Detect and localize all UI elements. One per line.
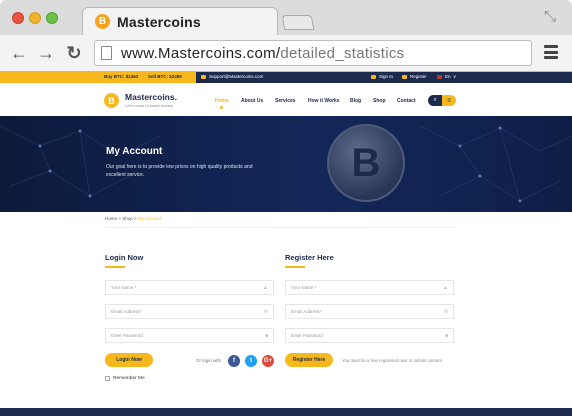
twitter-icon[interactable]: t (245, 355, 257, 367)
divider (105, 227, 455, 228)
register-button[interactable]: Register Here (285, 353, 333, 367)
logo-tagline: Let's move to smart money (125, 103, 173, 108)
user-icon: ▲ (263, 284, 268, 291)
reload-icon[interactable]: ↻ (64, 43, 84, 63)
breadcrumb: Home > Shop > My Account (105, 216, 161, 221)
register-name-field[interactable]: Your Name * ▲ (285, 280, 454, 295)
nav-shop[interactable]: Shop (373, 98, 386, 104)
envelope-icon: ✉ (263, 308, 268, 315)
tab-title: Mastercoins (117, 13, 201, 30)
flag-icon (437, 75, 442, 79)
close-window-button[interactable] (12, 12, 24, 24)
network-pattern (0, 125, 572, 203)
browser-toolbar: ← → ↻ www.Mastercoins.com/ detailed_stat… (0, 35, 572, 71)
sell-btc-price: Sell BTC: $2485 (148, 74, 182, 79)
breadcrumb-separator: > (133, 216, 137, 221)
facebook-icon[interactable]: f (228, 355, 240, 367)
field-placeholder: Email Address* (111, 309, 142, 314)
nav-home[interactable]: Home (215, 98, 229, 104)
breadcrumb-home[interactable]: Home (105, 216, 117, 221)
url-host: www.Mastercoins.com/ (121, 44, 281, 62)
login-email-field[interactable]: Email Address* ✉ (105, 304, 274, 319)
user-icon (371, 75, 376, 79)
chevron-down-icon: ∨ (453, 74, 457, 79)
bitcoin-icon: B (95, 14, 110, 29)
lock-icon: ■ (264, 332, 268, 339)
logo-coin-icon[interactable]: B (104, 93, 119, 108)
login-name-field[interactable]: Your Name * ▲ (105, 280, 274, 295)
hero-description: Our goal here is to provide low prices o… (106, 164, 253, 178)
address-bar[interactable]: www.Mastercoins.com/ detailed_statistics (94, 40, 532, 66)
window-controls (12, 12, 58, 24)
login-title: Login Now (105, 253, 144, 262)
support-email-link[interactable]: Support@Mastercoins.com (209, 74, 263, 79)
register-note: You must be a free registered user to su… (342, 358, 443, 363)
field-placeholder: Your Name * (291, 285, 317, 290)
page-icon (101, 46, 112, 60)
register-title: Register Here (285, 253, 334, 262)
breadcrumb-current: My Account (137, 216, 162, 221)
email-icon (201, 75, 206, 79)
browser-tab[interactable]: B Mastercoins (82, 7, 278, 35)
page-title: My Account (106, 146, 163, 157)
field-placeholder: Your Name * (111, 285, 137, 290)
login-button[interactable]: Login Now (105, 353, 153, 367)
field-placeholder: Email Address* (291, 309, 322, 314)
browser-chrome: B Mastercoins ⤡ ← → ↻ www.Mastercoins.co… (0, 0, 572, 72)
nav-how-it-works[interactable]: How it Works (308, 98, 340, 104)
register-email-field[interactable]: Email Address* ✉ (285, 304, 454, 319)
language-select[interactable]: En (445, 74, 451, 79)
remember-me-label: Remember Me (113, 376, 145, 381)
logo-name[interactable]: Mastercoins. (125, 92, 177, 102)
field-placeholder: Enter Password (111, 333, 143, 338)
breadcrumb-shop[interactable]: Shop (122, 216, 133, 221)
register-password-field[interactable]: Enter Password ■ (285, 328, 454, 343)
search-button[interactable]: ⌕ (428, 95, 442, 106)
or-login-with-label: Or login with (196, 358, 222, 363)
user-icon: ▲ (443, 284, 448, 291)
login-password-field[interactable]: Enter Password ■ (105, 328, 274, 343)
forward-arrow-icon[interactable]: → (36, 43, 56, 63)
nav-blog[interactable]: Blog (350, 98, 361, 104)
nav-services[interactable]: Services (275, 98, 296, 104)
hero-banner: B My Account Our goal here is to provide… (0, 116, 572, 212)
nav-about-us[interactable]: About Us (241, 98, 263, 104)
lock-icon: ■ (444, 332, 448, 339)
fullscreen-icon[interactable]: ⤡ (542, 9, 558, 25)
buy-btc-price: Buy BTC: $2462 (104, 74, 139, 79)
menu-toggle-button[interactable]: ≡ (442, 95, 456, 106)
new-tab-button[interactable] (281, 15, 315, 30)
breadcrumb-separator: > (118, 216, 121, 221)
title-underline (105, 266, 125, 268)
nav-contact[interactable]: Contact (397, 98, 416, 104)
bitcoin-coin-image: B (327, 124, 405, 202)
remember-me-checkbox[interactable] (105, 376, 110, 381)
footer-strip (0, 408, 572, 416)
url-path: detailed_statistics (280, 44, 405, 62)
website: Buy BTC: $2462 Sell BTC: $2485 Support@M… (0, 72, 572, 416)
register-link[interactable]: Register (410, 74, 427, 79)
active-indicator (220, 106, 223, 109)
site-header: B Mastercoins. Let's move to smart money… (0, 83, 572, 116)
top-bar: Buy BTC: $2462 Sell BTC: $2485 Support@M… (0, 72, 572, 83)
field-placeholder: Enter Password (291, 333, 323, 338)
edit-icon (402, 75, 407, 79)
envelope-icon: ✉ (443, 308, 448, 315)
title-underline (285, 266, 305, 268)
hamburger-menu-icon[interactable] (544, 45, 558, 59)
maximize-window-button[interactable] (46, 12, 58, 24)
back-arrow-icon[interactable]: ← (9, 43, 29, 63)
google-plus-icon[interactable]: G+ (262, 355, 274, 367)
sign-in-link[interactable]: Sign In (379, 74, 393, 79)
minimize-window-button[interactable] (29, 12, 41, 24)
